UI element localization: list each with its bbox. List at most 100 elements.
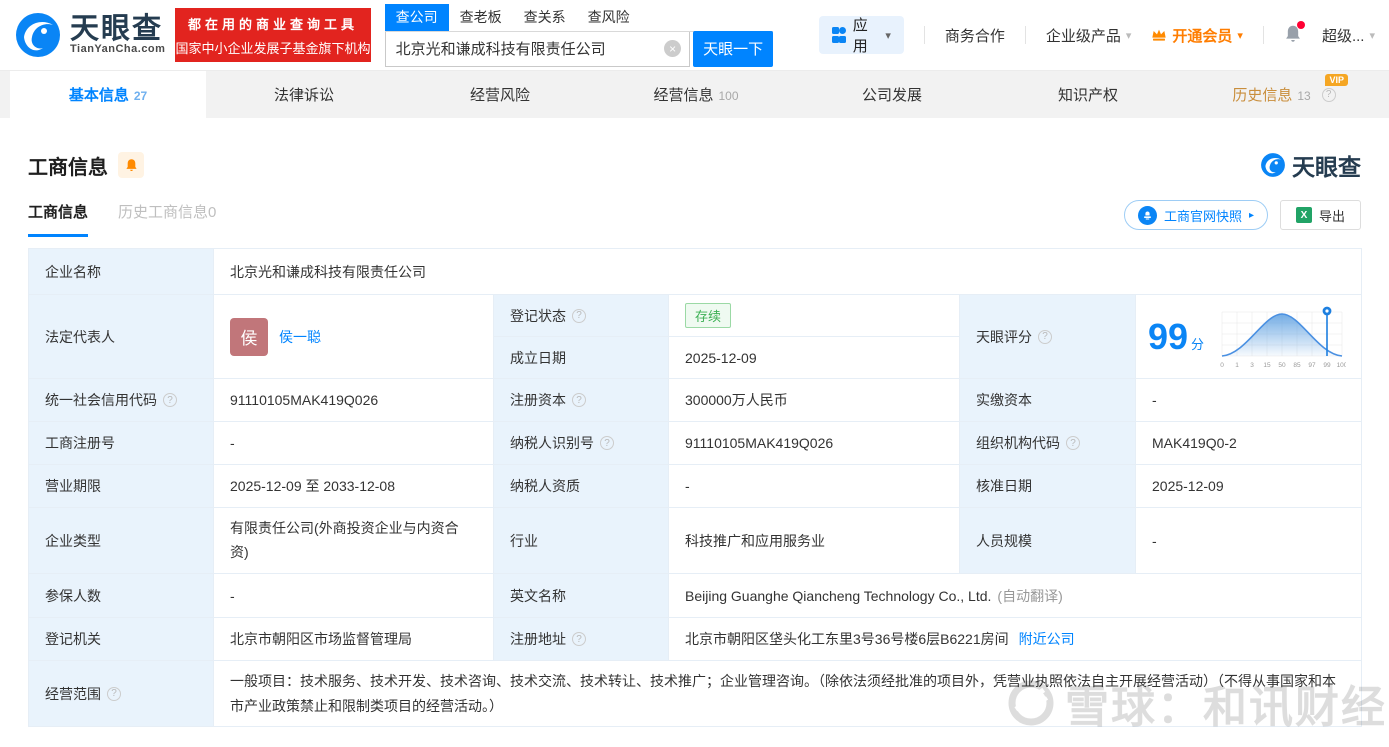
subtab-business-info[interactable]: 工商信息 (28, 201, 89, 237)
search-tab-company[interactable]: 查公司 (384, 3, 449, 31)
table-row: 工商注册号 - 纳税人识别号? 91110105MAK419Q026 组织机构代… (28, 421, 1363, 465)
tianyancha-logo-icon (16, 13, 60, 57)
search-tab-risk[interactable]: 查风险 (577, 4, 641, 31)
top-navigation: 商务合作 企业级产品 ▾ 开通会员 ▾ 超级... ▾ (923, 20, 1375, 47)
brand-name: 天眼查 (70, 13, 164, 45)
vip-badge: VIP (1325, 74, 1348, 86)
nearby-companies-link[interactable]: 附近公司 (1019, 631, 1075, 647)
field-label-establish-date: 成立日期 (493, 336, 669, 379)
field-value-taxpayer-id: 91110105MAK419Q026 (668, 421, 960, 465)
help-icon[interactable]: ? (1038, 329, 1052, 344)
nav-account-label: 超级... (1321, 27, 1365, 45)
nav-divider (923, 26, 925, 44)
crown-icon (1152, 29, 1167, 41)
tab-company-development[interactable]: 公司发展 (794, 71, 990, 118)
arrow-right-icon: ▸ (1248, 209, 1254, 221)
field-value-business-scope: 一般项目：技术服务、技术开发、技术咨询、技术交流、技术转让、技术推广；企业管理咨… (212, 660, 1363, 727)
help-icon[interactable]: ? (572, 308, 586, 323)
field-value-approval-date: 2025-12-09 (1134, 464, 1363, 508)
clear-icon[interactable]: × (664, 40, 682, 57)
field-value-company-name: 北京光和谦成科技有限责任公司 (212, 248, 1363, 295)
field-value-reg-status: 存续 (668, 294, 960, 337)
nav-divider (1024, 26, 1026, 44)
field-label-score: 天眼评分? (959, 294, 1136, 379)
svg-text:1: 1 (1235, 362, 1239, 369)
field-label-taxpayer-id: 纳税人识别号? (493, 421, 669, 465)
snapshot-button-label: 工商官网快照 (1163, 208, 1242, 224)
tianyancha-logo-icon (1261, 153, 1285, 177)
tab-label: 经营信息 (653, 87, 714, 104)
svg-text:99: 99 (1323, 362, 1331, 369)
help-icon[interactable]: ? (163, 393, 177, 407)
field-value-company-type: 有限责任公司(外商投资企业与内资合资) (213, 507, 494, 574)
search-input-wrap: × (384, 31, 691, 67)
field-value-legal-rep: 侯 侯一聪 (213, 294, 494, 379)
tab-count: 27 (133, 88, 148, 103)
page-title: 工商信息 (28, 156, 108, 179)
top-header: 天眼查 TianYanCha.com 都在用的商业查询工具 国家中小企业发展子基… (0, 0, 1389, 70)
promo-line2: 国家中小企业发展子基金旗下机构 (175, 40, 371, 56)
nav-vip[interactable]: 开通会员 ▾ (1151, 25, 1243, 46)
help-icon[interactable]: ? (572, 393, 586, 407)
subtab-history-business-info[interactable]: 历史工商信息0 (118, 201, 216, 237)
apps-menu-button[interactable]: 应用 ▾ (819, 16, 904, 55)
field-label-business-term: 营业期限 (28, 464, 214, 508)
svg-text:3: 3 (1250, 362, 1254, 369)
section-brand-watermark: 天眼查 (1260, 148, 1361, 182)
help-icon[interactable]: ? (1066, 436, 1080, 450)
field-label-english-name: 英文名称 (493, 573, 669, 618)
chevron-down-icon: ▾ (1369, 29, 1375, 42)
help-icon[interactable]: ? (107, 686, 121, 701)
export-button-label: 导出 (1318, 208, 1345, 224)
field-label-taxpayer-quality: 纳税人资质 (493, 464, 669, 508)
legal-rep-link[interactable]: 侯一聪 (279, 327, 321, 347)
nav-enterprise[interactable]: 企业级产品 ▾ (1046, 25, 1132, 46)
bell-icon (125, 159, 137, 172)
field-value-score: 99 分 0 1 3 15 50 85 97 99 100 (1134, 294, 1363, 379)
tab-count: 100 (718, 88, 739, 103)
nav-cooperation[interactable]: 商务合作 (945, 25, 1005, 46)
table-row: 参保人数 - 英文名称 Beijing Guanghe Qiancheng Te… (28, 573, 1363, 618)
tab-label: 基本信息 (68, 87, 129, 104)
field-label-company-name: 企业名称 (28, 248, 214, 295)
nav-divider (1262, 26, 1264, 44)
help-icon[interactable]: ? (600, 436, 614, 450)
field-label-reg-number: 工商注册号 (28, 421, 214, 465)
nav-account[interactable]: 超级... ▾ (1322, 25, 1375, 46)
tab-business-info[interactable]: 经营信息 100 (598, 71, 794, 118)
excel-icon: X (1295, 207, 1312, 223)
help-icon[interactable]: ? (572, 632, 586, 646)
svg-text:100: 100 (1337, 362, 1346, 369)
field-label-paid-capital: 实缴资本 (959, 378, 1136, 422)
chevron-down-icon: ▾ (885, 29, 891, 42)
subscribe-bell-button[interactable] (118, 152, 144, 178)
tianyancha-logo[interactable]: 天眼查 TianYanCha.com (14, 11, 165, 59)
official-snapshot-button[interactable]: 工商官网快照 ▸ (1123, 200, 1268, 230)
tab-intellectual-property[interactable]: 知识产权 (990, 71, 1186, 118)
score-value: 99 (1148, 315, 1189, 357)
chevron-down-icon: ▾ (1237, 29, 1243, 42)
tab-label: 经营风险 (469, 87, 530, 104)
field-value-paid-capital: - (1134, 378, 1363, 422)
field-value-reg-number: - (213, 421, 494, 465)
tab-history-info[interactable]: VIP 历史信息 13 ? (1186, 71, 1382, 118)
tab-legal[interactable]: 法律诉讼 (206, 71, 402, 118)
notification-bell-button[interactable] (1284, 20, 1305, 47)
promo-line1: 都在用的商业查询工具 (188, 16, 359, 32)
score-unit: 分 (1191, 336, 1205, 352)
tab-operation-risk[interactable]: 经营风险 (402, 71, 598, 118)
svg-text:85: 85 (1293, 362, 1301, 369)
help-icon[interactable]: ? (1321, 87, 1336, 102)
tab-basic-info[interactable]: 基本信息 27 (10, 71, 206, 118)
search-tab-relation[interactable]: 查关系 (513, 4, 577, 31)
search-button[interactable]: 天眼一下 (693, 30, 774, 67)
stamp-icon (1137, 205, 1157, 225)
field-value-org-code: MAK419Q0-2 (1134, 421, 1363, 465)
search-input[interactable] (395, 40, 665, 57)
search-tab-boss[interactable]: 查老板 (449, 4, 513, 31)
search-tabs: 查公司 查老板 查关系 查风险 (384, 3, 774, 32)
export-button[interactable]: X 导出 (1279, 200, 1361, 230)
business-info-table: 企业名称 北京光和谦成科技有限责任公司 法定代表人 侯 侯一聪 登记状态? 存续… (28, 248, 1363, 727)
field-label-reg-authority: 登记机关 (28, 617, 214, 661)
svg-text:50: 50 (1278, 362, 1286, 369)
